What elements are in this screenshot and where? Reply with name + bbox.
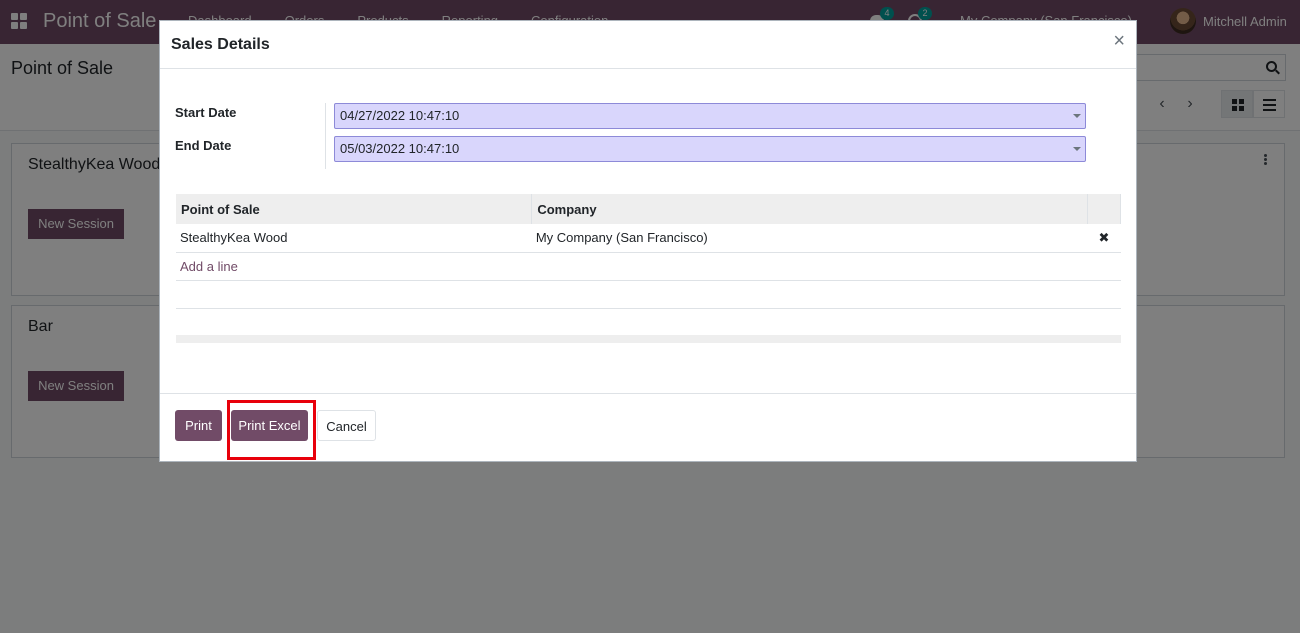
modal-title: Sales Details	[171, 36, 270, 53]
pos-lines-table: Point of Sale Company StealthyKea Wood M…	[176, 194, 1121, 309]
start-date-label: Start Date	[175, 105, 237, 120]
field-divider	[325, 103, 326, 169]
sales-details-dialog: Sales Details × Start Date End Date 04/2…	[159, 20, 1137, 462]
add-line-row: Add a line	[176, 252, 1121, 281]
chevron-down-icon[interactable]	[1073, 147, 1081, 151]
start-date-value: 04/27/2022 10:47:10	[340, 108, 460, 123]
empty-row	[176, 280, 1121, 309]
table-footer	[176, 335, 1121, 343]
print-button[interactable]: Print	[175, 410, 222, 441]
chevron-down-icon[interactable]	[1073, 114, 1081, 118]
delete-row-icon[interactable]: ✖	[1087, 224, 1121, 253]
table-row[interactable]: StealthyKea Wood My Company (San Francis…	[176, 224, 1121, 253]
add-a-line-link[interactable]: Add a line	[180, 259, 238, 274]
cell-company[interactable]: My Company (San Francisco)	[531, 224, 1088, 253]
end-date-label: End Date	[175, 138, 232, 153]
start-date-field[interactable]: 04/27/2022 10:47:10	[334, 103, 1086, 129]
column-header-point-of-sale[interactable]: Point of Sale	[176, 194, 533, 224]
column-header-actions	[1087, 194, 1121, 224]
cell-point-of-sale[interactable]: StealthyKea Wood	[176, 224, 532, 253]
end-date-value: 05/03/2022 10:47:10	[340, 141, 460, 156]
cancel-button[interactable]: Cancel	[317, 410, 376, 441]
column-header-company[interactable]: Company	[531, 194, 1088, 224]
close-icon[interactable]: ×	[1113, 31, 1125, 51]
end-date-field[interactable]: 05/03/2022 10:47:10	[334, 136, 1086, 162]
modal-header: Sales Details ×	[160, 21, 1136, 69]
highlight-annotation	[227, 400, 316, 460]
